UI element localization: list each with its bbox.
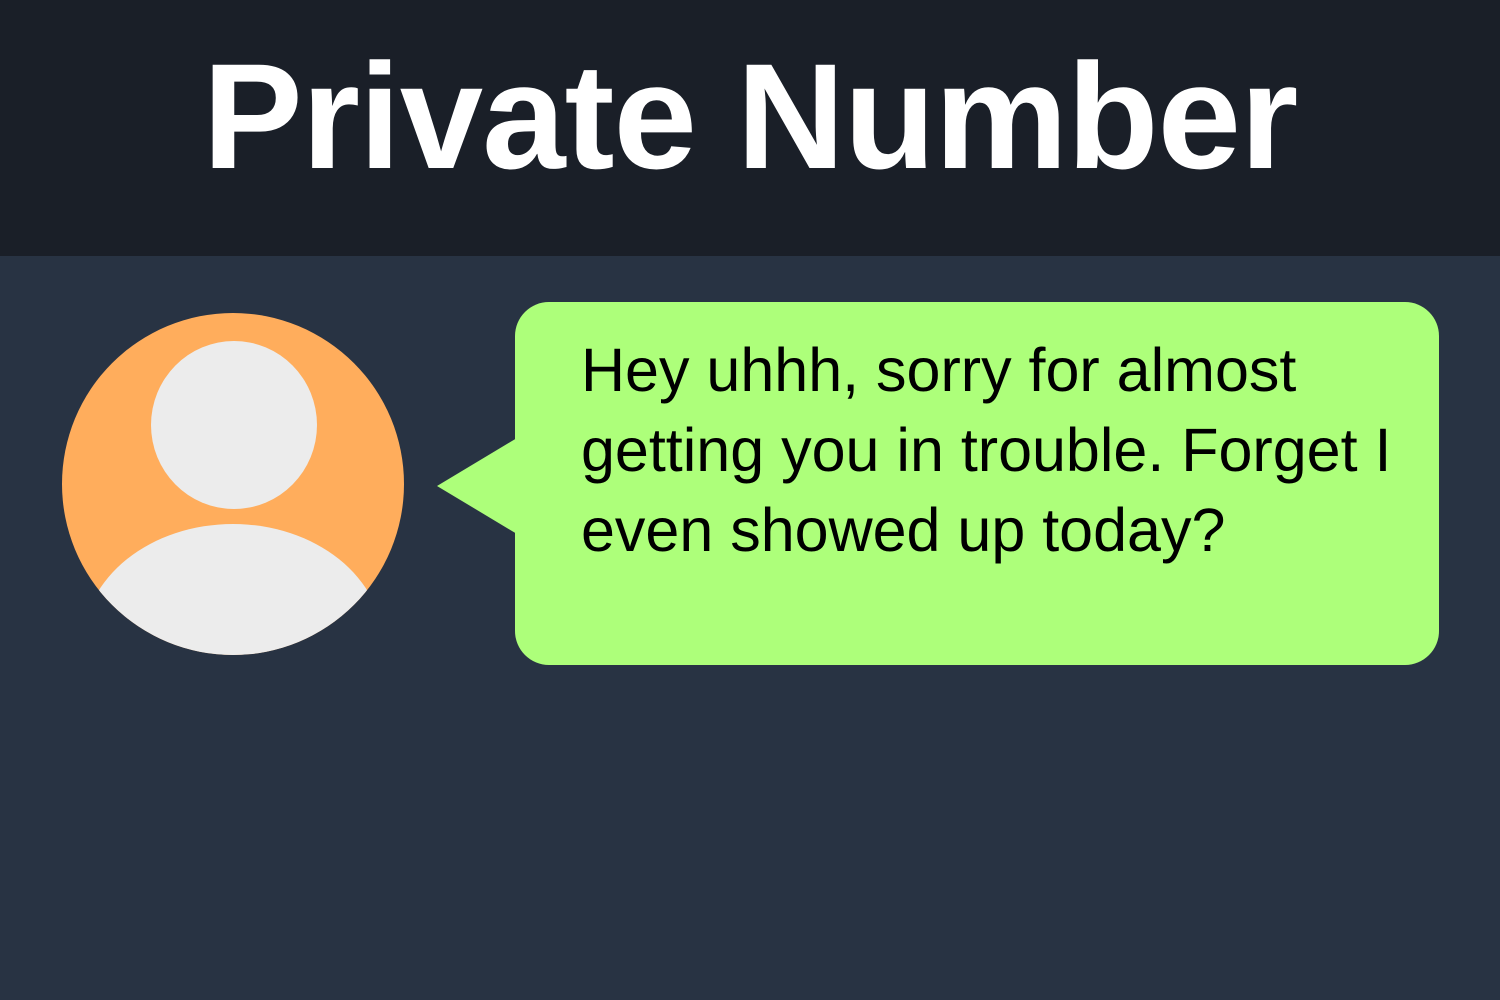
message-bubble-tail — [437, 438, 517, 534]
message-text: Hey uhhh, sorry for almost getting you i… — [581, 336, 1392, 564]
person-silhouette-icon-body — [83, 524, 383, 655]
contact-avatar[interactable] — [62, 313, 404, 655]
contact-name-title: Private Number — [202, 32, 1299, 200]
incoming-message-bubble[interactable]: Hey uhhh, sorry for almost getting you i… — [515, 302, 1439, 665]
chat-header: Private Number — [0, 0, 1500, 256]
person-silhouette-icon-head — [151, 341, 317, 509]
